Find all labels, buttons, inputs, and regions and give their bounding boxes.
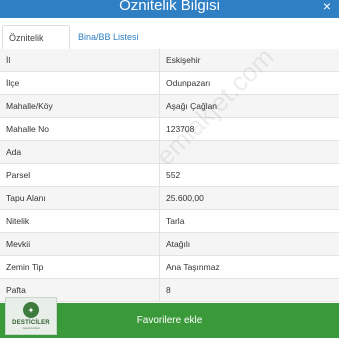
dialog-title: Öznitelik Bilgisi (119, 0, 220, 14)
row-key: Ada (0, 141, 160, 163)
row-value: Tarla (166, 216, 185, 226)
attribute-table: İl Eskişehir İlçe Odunpazarı Mahalle/Köy… (0, 49, 339, 302)
row-key: Parsel (0, 164, 160, 186)
logo-emblem-icon: ✦ (23, 302, 39, 318)
tab-bina-bb-listesi[interactable]: Bina/BB Listesi (72, 25, 145, 49)
table-row: Tapu Alanı 25.600,00 (0, 187, 339, 210)
row-key: Mevkii (0, 233, 160, 255)
row-value: Eskişehir (166, 55, 201, 65)
table-row: Ada (0, 141, 339, 164)
row-value: 123708 (166, 124, 195, 134)
row-key: Nitelik (0, 210, 160, 232)
row-value: Aşağı Çağlan (166, 101, 218, 111)
row-value: 8 (166, 285, 171, 295)
row-key: İl (0, 49, 160, 71)
table-row: İl Eskişehir (0, 49, 339, 72)
row-value: Odunpazarı (166, 78, 211, 88)
row-value: Ana Taşınmaz (166, 262, 220, 272)
table-row: Zemin Tip Ana Taşınmaz (0, 256, 339, 279)
row-value: 552 (166, 170, 181, 180)
logo-tagline: Gayrimenkul (22, 326, 40, 330)
row-key: Tapu Alanı (0, 187, 160, 209)
company-logo: ✦ DESTİCİLER Gayrimenkul (5, 297, 57, 335)
table-row: Nitelik Tarla (0, 210, 339, 233)
row-key: Mahalle No (0, 118, 160, 140)
row-key: Mahalle/Köy (0, 95, 160, 117)
dialog-header: Öznitelik Bilgisi × (0, 0, 339, 18)
table-row: Parsel 552 (0, 164, 339, 187)
table-row: İlçe Odunpazarı (0, 72, 339, 95)
close-icon[interactable]: × (323, 0, 331, 15)
row-value: 25.600,00 (166, 193, 204, 203)
tab-bar: Öznitelik Bilgisi Bina/BB Listesi (0, 22, 339, 67)
tab-oznitelik-bilgisi[interactable]: Öznitelik Bilgisi (2, 25, 70, 67)
table-row: Mahalle/Köy Aşağı Çağlan (0, 95, 339, 118)
table-row: Mevkii Atağılı (0, 233, 339, 256)
table-row: Mahalle No 123708 (0, 118, 339, 141)
row-key: Zemin Tip (0, 256, 160, 278)
row-key: İlçe (0, 72, 160, 94)
row-value: Atağılı (166, 239, 191, 249)
